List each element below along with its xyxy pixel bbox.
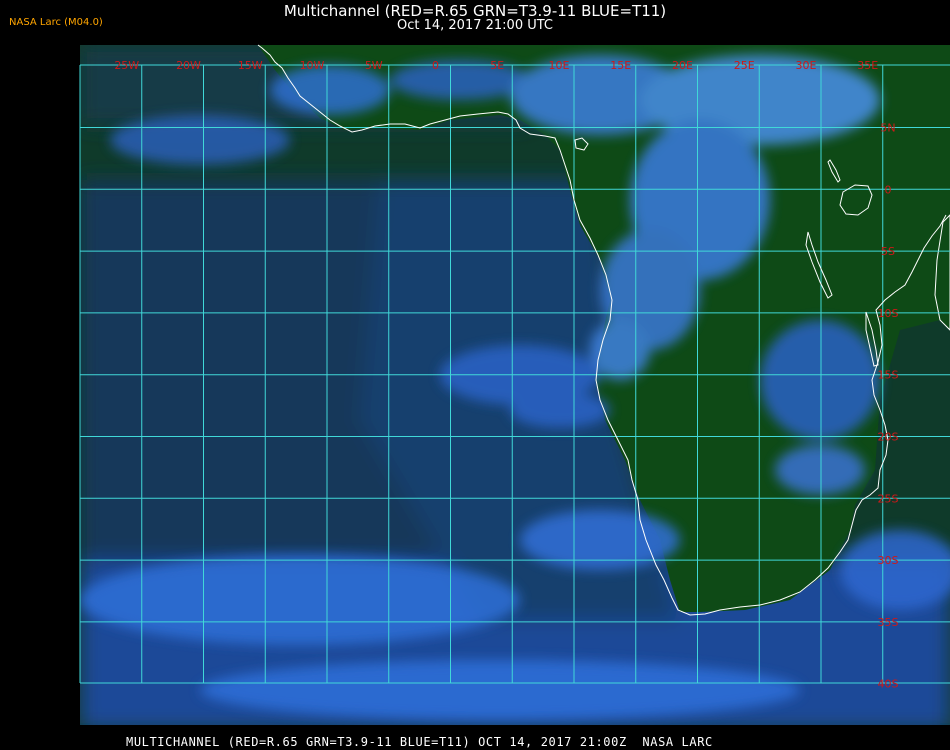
latitude-label: 5S	[881, 245, 895, 258]
longitude-label: 15W	[238, 59, 263, 72]
latitude-label: 20S	[878, 431, 899, 444]
version-label: NASA Larc (M04.0)	[9, 17, 103, 28]
longitude-label: 35E	[857, 59, 878, 72]
map-datetime: Oct 14, 2017 21:00 UTC	[397, 18, 553, 33]
latitude-label: 5N	[880, 122, 895, 135]
longitude-label: 25W	[114, 59, 139, 72]
latitude-label: 15S	[878, 369, 899, 382]
longitude-label: 25E	[734, 59, 755, 72]
satellite-imagery	[80, 45, 950, 725]
longitude-label: 0	[432, 59, 439, 72]
longitude-label: 5W	[365, 59, 383, 72]
latitude-label: 35S	[878, 616, 899, 629]
latitude-label: 40S	[878, 678, 899, 691]
latitude-label: 10S	[878, 307, 899, 320]
footer-caption: MULTICHANNEL (RED=R.65 GRN=T3.9-11 BLUE=…	[126, 735, 713, 749]
longitude-label: 10W	[300, 59, 325, 72]
longitude-label: 30E	[796, 59, 817, 72]
longitude-label: 10E	[549, 59, 570, 72]
longitude-label: 5E	[490, 59, 504, 72]
latitude-label: 30S	[878, 554, 899, 567]
longitude-label: 15E	[610, 59, 631, 72]
latitude-label: 0	[885, 183, 892, 196]
longitude-label: 20W	[176, 59, 201, 72]
longitude-label: 20E	[672, 59, 693, 72]
latitude-label: 25S	[878, 492, 899, 505]
satellite-map: 25W 20W 15W 10W 5W 0 5E 10E 15E 20E 25E 30E 35E 5N 0 5…	[79, 44, 950, 725]
